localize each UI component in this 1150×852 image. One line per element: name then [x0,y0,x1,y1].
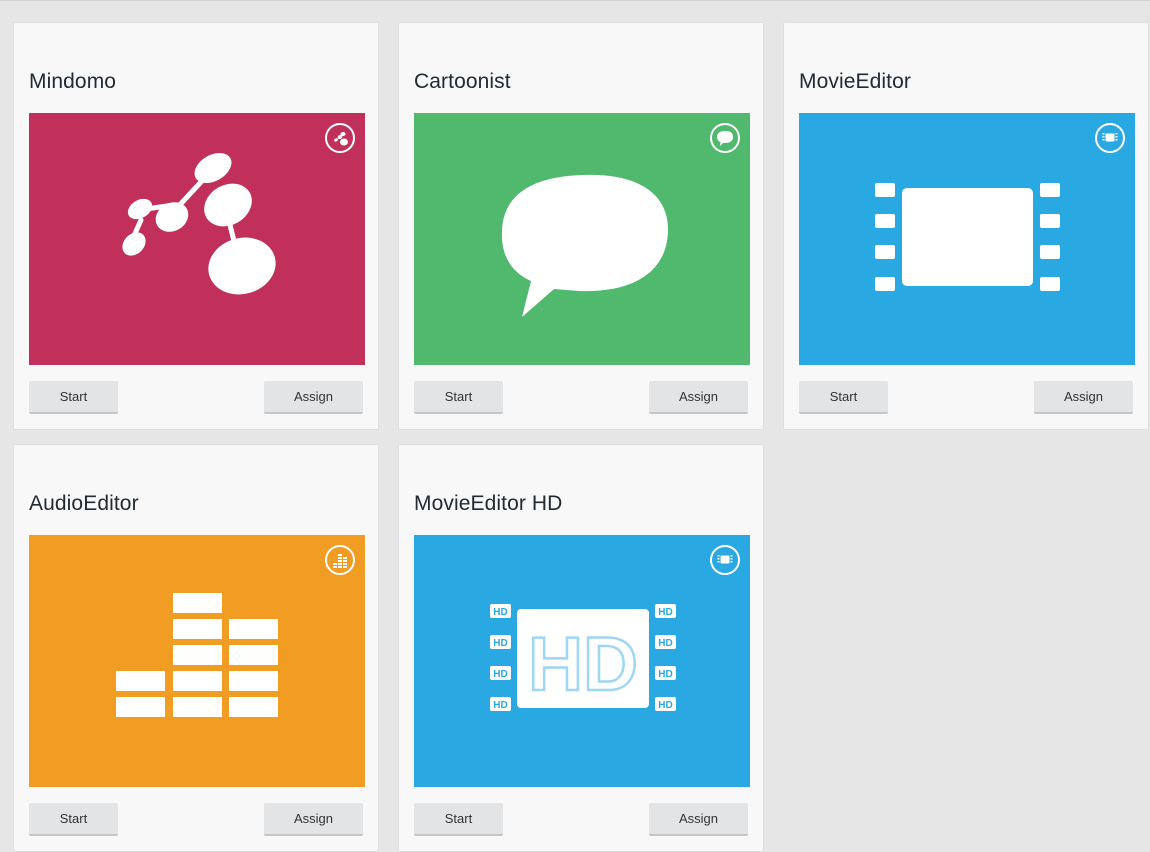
hd-tag: HD [658,638,672,649]
app-tile-movieeditor[interactable] [799,113,1135,365]
app-card-movieeditor-hd: MovieEditor HD HD HD HD HD HD HD HD HD H… [398,444,764,852]
hd-big-label: HD [528,622,638,707]
app-tile-movieeditor-hd[interactable]: HD HD HD HD HD HD HD HD HD [414,535,750,787]
mind-map-icon [122,152,276,295]
equalizer-icon [116,593,278,717]
assign-button[interactable]: Assign [649,803,748,836]
app-title: AudioEditor [29,492,139,515]
hd-tag: HD [493,700,507,711]
app-tile-cartoonist[interactable] [414,113,750,365]
start-button[interactable]: Start [29,381,118,414]
app-type-badge [710,545,740,575]
app-card-mindomo: Mindomo Start Assign [13,22,379,430]
app-tile-mindomo[interactable] [29,113,365,365]
film-icon [875,183,1060,291]
app-type-badge [325,123,355,153]
start-button[interactable]: Start [799,381,888,414]
start-button[interactable]: Start [414,803,503,836]
hd-film-icon: HD HD HD HD HD HD HD HD HD [490,604,676,711]
hd-tag: HD [658,607,672,618]
app-type-badge [1095,123,1125,153]
app-type-badge [710,123,740,153]
equalizer-icon [333,554,347,568]
assign-button[interactable]: Assign [264,803,363,836]
app-tile-audioeditor[interactable] [29,535,365,787]
hd-tag: HD [493,607,507,618]
mind-map-icon [334,132,348,146]
hd-tag: HD [658,700,672,711]
app-card-audioeditor: AudioEditor Start Assign [13,444,379,852]
app-title: Mindomo [29,70,117,93]
app-card-cartoonist: Cartoonist Start Assign [398,22,764,430]
assign-button[interactable]: Assign [1034,381,1133,414]
hd-tag: HD [658,669,672,680]
app-title: MovieEditor [799,70,911,93]
film-icon [717,555,733,564]
hd-tag: HD [493,638,507,649]
speech-bubble-icon [717,131,733,146]
app-title: Cartoonist [414,70,511,93]
assign-button[interactable]: Assign [649,381,748,414]
film-icon [1102,133,1118,142]
assign-button[interactable]: Assign [264,381,363,414]
app-title: MovieEditor HD [414,492,563,515]
app-card-movieeditor: MovieEditor Start Assign [783,22,1149,430]
hd-tag: HD [493,669,507,680]
app-type-badge [325,545,355,575]
speech-bubble-icon [501,174,669,317]
start-button[interactable]: Start [29,803,118,836]
start-button[interactable]: Start [414,381,503,414]
